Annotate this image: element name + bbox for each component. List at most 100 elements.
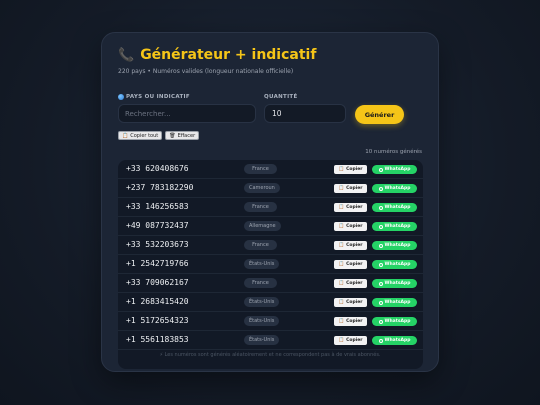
clipboard-icon: 📋	[338, 243, 345, 248]
whatsapp-button[interactable]: WhatsApp	[372, 241, 417, 250]
country-badge: France	[244, 164, 277, 174]
whatsapp-icon	[378, 338, 383, 343]
country-badge: États-Unis	[244, 259, 280, 269]
table-row: +1 2542719766 États-Unis 📋 Copier WhatsApp	[118, 255, 423, 274]
copy-button[interactable]: 📋 Copier	[334, 298, 367, 307]
copy-button[interactable]: 📋 Copier	[334, 222, 367, 231]
phone-icon: 📞	[118, 47, 135, 63]
copy-label: Copier	[346, 167, 363, 172]
title-text: Générateur + indicatif	[140, 47, 317, 63]
country-label: PAYS OU INDICATIF	[118, 94, 190, 100]
whatsapp-icon	[378, 281, 383, 286]
whatsapp-button[interactable]: WhatsApp	[372, 222, 417, 231]
generator-card: 📞 Générateur + indicatif 220 pays • Numé…	[101, 32, 439, 372]
clipboard-icon: 📋	[338, 167, 345, 172]
whatsapp-button[interactable]: WhatsApp	[372, 260, 417, 269]
clipboard-icon: 📋	[338, 205, 345, 210]
whatsapp-label: WhatsApp	[384, 281, 411, 286]
whatsapp-label: WhatsApp	[384, 224, 411, 229]
whatsapp-label: WhatsApp	[384, 262, 411, 267]
whatsapp-icon	[378, 224, 383, 229]
whatsapp-label: WhatsApp	[384, 167, 411, 172]
copy-label: Copier	[346, 262, 363, 267]
footer-note-text: Les numéros sont générés aléatoirement e…	[164, 352, 381, 358]
whatsapp-button[interactable]: WhatsApp	[372, 336, 417, 345]
country-badge: Cameroun	[244, 183, 280, 193]
copy-button[interactable]: 📋 Copier	[334, 184, 367, 193]
copy-button[interactable]: 📋 Copier	[334, 317, 367, 326]
copy-button[interactable]: 📋 Copier	[334, 241, 367, 250]
table-row: +1 5172654323 États-Unis 📋 Copier WhatsApp	[118, 312, 423, 331]
whatsapp-label: WhatsApp	[384, 319, 411, 324]
whatsapp-label: WhatsApp	[384, 300, 411, 305]
copy-all-label: Copier tout	[130, 132, 159, 139]
table-row: +33 532203673 France 📋 Copier WhatsApp	[118, 236, 423, 255]
whatsapp-button[interactable]: WhatsApp	[372, 203, 417, 212]
country-badge: États-Unis	[244, 335, 280, 345]
copy-button[interactable]: 📋 Copier	[334, 203, 367, 212]
whatsapp-icon	[378, 262, 383, 267]
toolbar: 📋 Copier tout 🗑 Effacer	[118, 131, 200, 140]
country-badge: Allemagne	[244, 221, 281, 231]
whatsapp-label: WhatsApp	[384, 186, 411, 191]
clipboard-icon: 📋	[338, 281, 345, 286]
country-badge: États-Unis	[244, 316, 280, 326]
table-row: +237 783182290 Cameroun 📋 Copier WhatsApp	[118, 179, 423, 198]
generate-button[interactable]: Générer	[355, 105, 404, 124]
page-subtitle: 220 pays • Numéros valides (longueur nat…	[118, 68, 294, 75]
whatsapp-button[interactable]: WhatsApp	[372, 317, 417, 326]
results-list[interactable]: +33 620408676 France 📋 Copier WhatsApp +237 7…	[118, 160, 423, 369]
copy-button[interactable]: 📋 Copier	[334, 279, 367, 288]
copy-label: Copier	[346, 281, 363, 286]
clipboard-icon: 📋	[338, 224, 345, 229]
phone-number: +1 5561183853	[126, 335, 189, 344]
whatsapp-label: WhatsApp	[384, 243, 411, 248]
copy-button[interactable]: 📋 Copier	[334, 336, 367, 345]
clear-label: Effacer	[177, 132, 196, 139]
clipboard-icon: 📋	[338, 338, 345, 343]
quantity-input[interactable]	[264, 104, 346, 123]
whatsapp-icon	[378, 243, 383, 248]
country-badge: France	[244, 240, 277, 250]
whatsapp-icon	[378, 186, 383, 191]
copy-label: Copier	[346, 243, 363, 248]
copy-label: Copier	[346, 300, 363, 305]
whatsapp-icon	[378, 167, 383, 172]
whatsapp-button[interactable]: WhatsApp	[372, 165, 417, 174]
country-badge: États-Unis	[244, 297, 280, 307]
phone-number: +49 087732437	[126, 221, 189, 230]
phone-number: +33 620408676	[126, 164, 189, 173]
clipboard-icon: 📋	[338, 186, 345, 191]
bolt-icon: ⚡	[159, 352, 163, 358]
whatsapp-button[interactable]: WhatsApp	[372, 184, 417, 193]
country-search-input[interactable]	[118, 104, 256, 123]
copy-label: Copier	[346, 224, 363, 229]
copy-label: Copier	[346, 338, 363, 343]
clipboard-icon: 📋	[122, 132, 129, 139]
whatsapp-label: WhatsApp	[384, 205, 411, 210]
whatsapp-button[interactable]: WhatsApp	[372, 298, 417, 307]
globe-icon	[118, 94, 124, 100]
clear-button[interactable]: 🗑 Effacer	[165, 131, 200, 140]
copy-button[interactable]: 📋 Copier	[334, 260, 367, 269]
trash-icon: 🗑	[169, 132, 176, 139]
clipboard-icon: 📋	[338, 319, 345, 324]
whatsapp-icon	[378, 319, 383, 324]
table-row: +1 5561183853 États-Unis 📋 Copier WhatsApp	[118, 331, 423, 350]
quantity-label: QUANTITÉ	[264, 94, 298, 100]
phone-number: +33 532203673	[126, 240, 189, 249]
whatsapp-button[interactable]: WhatsApp	[372, 279, 417, 288]
table-row: +1 2683415420 États-Unis 📋 Copier WhatsApp	[118, 293, 423, 312]
copy-label: Copier	[346, 186, 363, 191]
footer-note: ⚡ Les numéros sont générés aléatoirement…	[0, 352, 540, 358]
copy-all-button[interactable]: 📋 Copier tout	[118, 131, 163, 140]
copy-label: Copier	[346, 319, 363, 324]
copy-button[interactable]: 📋 Copier	[334, 165, 367, 174]
table-row: +33 709062167 France 📋 Copier WhatsApp	[118, 274, 423, 293]
clipboard-icon: 📋	[338, 300, 345, 305]
phone-number: +1 5172654323	[126, 316, 189, 325]
whatsapp-icon	[378, 205, 383, 210]
phone-number: +237 783182290	[126, 183, 194, 192]
table-row: +33 620408676 France 📋 Copier WhatsApp	[118, 160, 423, 179]
copy-label: Copier	[346, 205, 363, 210]
